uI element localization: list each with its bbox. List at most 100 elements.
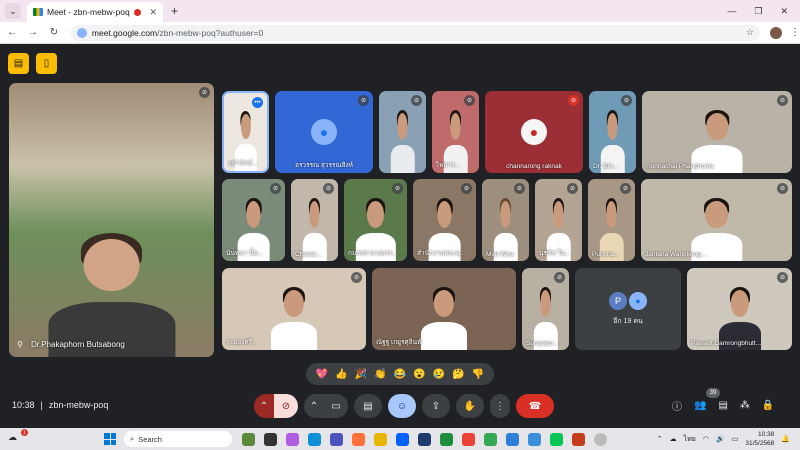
bookmark-star-icon[interactable]: ☆ <box>746 27 754 38</box>
reaction-surprised-button[interactable]: 😮 <box>413 369 425 380</box>
meeting-info-chip-icon[interactable]: ▤ <box>8 53 29 74</box>
host-controls-icon[interactable]: 🔒 <box>762 400 774 411</box>
tab-search-button[interactable]: ⌄ <box>5 3 21 19</box>
notifications-icon[interactable]: 🔔 <box>781 435 790 443</box>
participant-tile[interactable]: ⊘ Puncha... <box>588 179 635 261</box>
taskbar-app2-icon[interactable] <box>528 432 541 446</box>
taskbar-edge-icon[interactable] <box>308 432 321 446</box>
participant-name: Mint Wira <box>486 251 514 258</box>
taskbar-file-explorer-icon[interactable] <box>374 432 387 446</box>
taskbar-firefox-icon[interactable] <box>352 432 365 446</box>
browser-menu-icon[interactable]: ⋮ <box>790 27 800 38</box>
reaction-thumbs-down-button[interactable]: 👎 <box>472 369 484 380</box>
activities-icon[interactable]: ⁂ <box>740 400 750 411</box>
volume-icon[interactable]: 🔊 <box>716 435 725 443</box>
tray-cloud-icon[interactable]: ☁ <box>670 435 677 443</box>
leave-call-button[interactable]: ☎ <box>516 394 554 418</box>
search-placeholder: Search <box>138 434 162 444</box>
taskbar-photos-icon[interactable] <box>506 432 519 446</box>
wifi-icon[interactable]: ◠ <box>703 435 709 443</box>
audio-settings-chevron-icon[interactable]: ⌃ <box>254 394 274 418</box>
layout-chip-icon[interactable]: ▯ <box>36 53 57 74</box>
taskbar-chrome-active-icon[interactable] <box>484 432 497 446</box>
participant-tile[interactable]: ⊘ Dr. Ekr... <box>589 91 636 173</box>
profile-avatar[interactable] <box>770 26 782 39</box>
emoji-reactions-button[interactable]: ☺ <box>388 394 416 418</box>
main-speaker-tile[interactable]: ⊘ ⚲ Dr.Phakaphorn Butsabong <box>9 83 214 357</box>
start-windows-icon[interactable] <box>104 433 116 445</box>
present-screen-button[interactable]: ⇪ <box>422 394 450 418</box>
taskbar-copilot-icon[interactable] <box>286 432 299 446</box>
participant-tile[interactable]: ⊘ นันทนา นิ้ม... <box>222 179 285 261</box>
participant-name: Suniyapo... <box>526 340 559 347</box>
reaction-party-button[interactable]: 🎉 <box>355 369 367 380</box>
participant-tile[interactable]: ⊘ Jantana Wangkong... <box>641 179 792 261</box>
minimize-icon[interactable]: — <box>727 6 736 17</box>
forward-icon[interactable]: → <box>24 27 42 38</box>
reaction-laugh-button[interactable]: 😂 <box>394 369 406 380</box>
people-icon[interactable]: 👥 <box>694 400 706 411</box>
reload-icon[interactable]: ↻ <box>45 27 63 38</box>
participant-tile[interactable]: ● ⊘ channarong raknak <box>485 91 583 173</box>
participant-tile[interactable]: ⊘ Suniyapo... <box>522 268 569 350</box>
participant-count-badge: 39 <box>706 388 720 398</box>
taskbar-widgets-icon[interactable] <box>242 432 255 446</box>
taskbar-teams-icon[interactable] <box>330 432 343 446</box>
video-settings-chevron-icon[interactable]: ⌃ <box>304 394 324 418</box>
pin-icon[interactable]: ⚲ <box>17 340 23 349</box>
participant-tile[interactable]: ⊘ Pawarit Damrongbhutt... <box>687 268 792 350</box>
reactions-bar: 💖 👍 🎉 👏 😂 😮 😢 🤔 👎 <box>306 363 494 385</box>
taskbar-dropbox-icon[interactable] <box>396 432 409 446</box>
new-tab-button[interactable]: + <box>171 4 178 18</box>
mic-muted-icon: ⊘ <box>199 87 210 98</box>
camera-toggle-button[interactable]: ▭ <box>324 394 348 418</box>
taskbar-app-icon[interactable] <box>418 432 431 446</box>
more-options-icon[interactable]: ••• <box>252 97 263 108</box>
more-options-button[interactable]: ⋮ <box>490 394 510 418</box>
participant-tile[interactable]: ⊘ ละอองศรี... <box>222 268 366 350</box>
taskbar-line-icon[interactable] <box>550 432 563 446</box>
url-field[interactable]: meet.google.com/zbn-mebw-poq?authuser=0 … <box>70 24 760 41</box>
active-tab[interactable]: Meet - zbn-mebw-poq ✕ <box>27 2 163 22</box>
avatar-placeholder-icon: ● <box>521 119 547 145</box>
reaction-thumbs-up-button[interactable]: 👍 <box>335 369 347 380</box>
taskbar-chrome-icon[interactable] <box>462 432 475 446</box>
tab-close-icon[interactable]: ✕ <box>149 7 157 18</box>
taskbar-app3-icon[interactable] <box>594 432 607 446</box>
raise-hand-button[interactable]: ✋ <box>456 394 484 418</box>
taskbar-clock[interactable]: 10:38 31/5/2568 <box>745 430 774 448</box>
captions-button[interactable]: ▤ <box>354 394 382 418</box>
taskbar-task-view-icon[interactable] <box>264 432 277 446</box>
maximize-icon[interactable]: ❐ <box>754 6 762 17</box>
reaction-thinking-button[interactable]: 🤔 <box>452 369 464 380</box>
taskbar-search-input[interactable]: ⌕ Search <box>124 431 232 447</box>
chat-icon[interactable]: ▤ <box>718 400 727 411</box>
participant-tile[interactable]: ⊘ สำนักงานพระพุ... <box>413 179 476 261</box>
battery-icon[interactable]: ▭ <box>732 435 739 443</box>
participant-tile[interactable]: ● ⊘ อรวรรณ สุวรรณสิงห์ <box>275 91 373 173</box>
call-controls: ⌃ ⊘ ⌃ ▭ ▤ ☺ ⇪ ✋ ⋮ ☎ <box>254 394 554 418</box>
participant-tile[interactable]: ⊘ Ronnachai Phanphonla <box>642 91 792 173</box>
taskbar-sheets-icon[interactable] <box>440 432 453 446</box>
others-group-tile[interactable]: P ● อีก 19 คน <box>575 268 681 350</box>
tray-chevron-icon[interactable]: ⌃ <box>657 435 663 443</box>
participant-tile[interactable]: ⊘ <box>379 91 426 173</box>
participant-tile[interactable]: ณัฐฐ เกยูรศุลินท์ <box>372 268 516 350</box>
site-info-icon[interactable] <box>76 27 87 38</box>
taskbar-powerpoint-icon[interactable] <box>572 432 585 446</box>
participant-tile[interactable]: ⊘ Chanat... <box>291 179 338 261</box>
back-icon[interactable]: ← <box>3 27 21 38</box>
participant-tile[interactable]: ⊘ ไพสาร... <box>432 91 479 173</box>
reaction-clap-button[interactable]: 👏 <box>374 369 386 380</box>
meeting-info-icon[interactable]: ⓘ <box>672 398 682 413</box>
participant-tile[interactable]: ••• จุฬาลักษ์... <box>222 91 269 173</box>
mic-toggle-button[interactable]: ⊘ <box>274 394 298 418</box>
participant-tile[interactable]: ⊘ Mint Wira <box>482 179 529 261</box>
close-window-icon[interactable]: ✕ <box>780 6 788 17</box>
weather-widget-icon[interactable]: ☁ 1 <box>8 429 28 446</box>
reaction-heart-button[interactable]: 💖 <box>316 369 328 380</box>
participant-tile[interactable]: ⊘ กมลพร พวงพรร... <box>344 179 407 261</box>
participant-tile[interactable]: ⊘ นุชรัช ใน... <box>535 179 582 261</box>
reaction-sad-button[interactable]: 😢 <box>433 369 445 380</box>
tray-language[interactable]: ไทย <box>684 434 696 445</box>
